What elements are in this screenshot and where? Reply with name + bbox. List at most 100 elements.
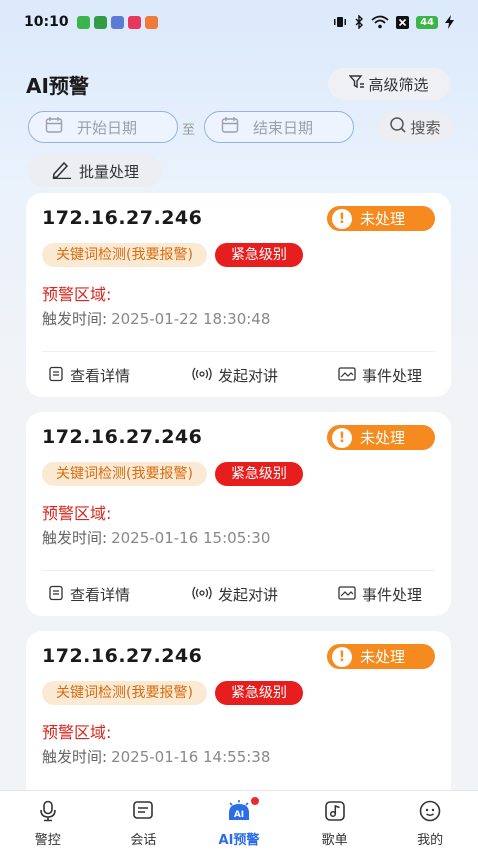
alert-tags: 关键词检测(我要报警) 紧急级别 (42, 462, 303, 486)
date-separator: 至 (182, 123, 196, 138)
batch-process-button[interactable]: 批量处理 (28, 155, 162, 187)
trigger-time: 触发时间: 2025-01-16 14:55:38 (42, 746, 270, 767)
alert-card[interactable]: 172.16.27.246 ! 未处理 关键词检测(我要报警) 紧急级别 预警区… (26, 631, 451, 801)
alert-region-label: 预警区域: (42, 723, 112, 742)
shield-notification-icon (93, 15, 107, 29)
urgent-level-tag: 紧急级别 (214, 681, 303, 705)
trigger-time-value: 2025-01-16 15:05:30 (111, 529, 271, 547)
keyword-tag: 关键词检测(我要报警) (42, 243, 207, 267)
end-date-field[interactable]: 结束日期 (204, 111, 354, 143)
start-date-field[interactable]: 开始日期 (28, 111, 178, 143)
warning-icon: ! (332, 646, 352, 667)
image-icon (338, 585, 356, 604)
handle-event-label: 事件处理 (362, 367, 423, 385)
nav-item-profile[interactable]: 我的 (382, 791, 478, 850)
ai-alert-icon: AI (226, 800, 252, 826)
cloud-notification-icon (110, 15, 124, 29)
nav-label: 我的 (417, 833, 444, 848)
music-notification-icon (127, 15, 141, 29)
view-details-label: 查看详情 (70, 586, 131, 604)
nav-item-police-control[interactable]: 警控 (0, 791, 96, 850)
keyword-tag: 关键词检测(我要报警) (42, 462, 207, 486)
document-icon (48, 585, 64, 605)
notification-dot (250, 797, 259, 805)
status-text: 未处理 (360, 210, 406, 228)
nav-item-ai-alert[interactable]: AI AI预警 (191, 791, 287, 850)
trigger-time-label: 触发时间: (42, 748, 108, 766)
advanced-filter-button[interactable]: 高级筛选 (328, 68, 450, 100)
alert-card[interactable]: 172.16.27.246 ! 未处理 关键词检测(我要报警) 紧急级别 预警区… (26, 412, 451, 616)
trigger-time: 触发时间: 2025-01-22 18:30:48 (42, 308, 270, 329)
status-badge: ! 未处理 (327, 425, 435, 450)
alert-ip: 172.16.27.246 (42, 426, 203, 448)
alert-region-label: 预警区域: (42, 285, 112, 304)
trigger-time-value: 2025-01-22 18:30:48 (111, 310, 271, 328)
handle-event-label: 事件处理 (362, 586, 423, 604)
edit-icon (51, 159, 73, 183)
warning-icon: ! (332, 427, 352, 448)
vibrate-icon (333, 15, 347, 29)
search-icon (389, 116, 407, 138)
batch-process-label: 批量处理 (78, 162, 139, 181)
charging-icon (445, 15, 454, 29)
search-button[interactable]: 搜索 (378, 111, 452, 143)
start-intercom-label: 发起对讲 (218, 367, 279, 385)
alert-tags: 关键词检测(我要报警) 紧急级别 (42, 681, 303, 705)
mail-notification-icon (144, 15, 158, 29)
urgent-level-tag: 紧急级别 (214, 462, 303, 486)
image-icon (338, 366, 356, 385)
sim-off-icon (396, 15, 410, 29)
music-icon (324, 800, 346, 826)
bottom-navigation: 警控 会话 AI AI预警 歌单 我的 (0, 790, 478, 850)
status-bar: 10:10 44 (0, 0, 478, 44)
handle-event-button[interactable]: 事件处理 (338, 365, 422, 386)
start-intercom-button[interactable]: 发起对讲 (192, 584, 278, 605)
bluetooth-icon (354, 15, 364, 29)
end-date-placeholder: 结束日期 (253, 118, 314, 137)
status-text: 未处理 (360, 429, 406, 447)
nav-label: 警控 (34, 833, 61, 848)
card-divider (42, 351, 435, 352)
status-time: 10:10 (24, 14, 69, 30)
trigger-time-label: 触发时间: (42, 310, 108, 328)
start-date-placeholder: 开始日期 (77, 118, 138, 137)
keyword-tag: 关键词检测(我要报警) (42, 681, 207, 705)
status-text: 未处理 (360, 648, 406, 666)
page-title: AI预警 (26, 74, 89, 98)
start-intercom-label: 发起对讲 (218, 586, 279, 604)
alert-ip: 172.16.27.246 (42, 207, 203, 229)
card-divider (42, 570, 435, 571)
date-range-filter: 开始日期 至 结束日期 搜索 (28, 111, 452, 143)
wifi-icon (371, 15, 389, 29)
broadcast-icon (192, 367, 212, 385)
nav-item-chat[interactable]: 会话 (96, 791, 192, 850)
alert-tags: 关键词检测(我要报警) 紧急级别 (42, 243, 303, 267)
status-badge: ! 未处理 (327, 206, 435, 231)
view-details-label: 查看详情 (70, 367, 131, 385)
view-details-button[interactable]: 查看详情 (48, 584, 130, 605)
mic-icon (37, 800, 59, 826)
svg-text:AI: AI (234, 810, 244, 820)
app-notification-icon (76, 15, 90, 29)
search-label: 搜索 (410, 118, 441, 137)
nav-label: 歌单 (321, 833, 348, 848)
view-details-button[interactable]: 查看详情 (48, 365, 130, 386)
nav-label: 会话 (130, 833, 157, 848)
nav-label: AI预警 (218, 833, 260, 848)
filter-icon (348, 75, 365, 93)
alert-ip: 172.16.27.246 (42, 645, 203, 667)
alert-card[interactable]: 172.16.27.246 ! 未处理 关键词检测(我要报警) 紧急级别 预警区… (26, 193, 451, 397)
chat-icon (132, 800, 154, 826)
trigger-time-label: 触发时间: (42, 529, 108, 547)
broadcast-icon (192, 586, 212, 604)
status-badge: ! 未处理 (327, 644, 435, 669)
battery-indicator: 44 (416, 15, 438, 29)
calendar-icon (45, 116, 63, 138)
trigger-time: 触发时间: 2025-01-16 15:05:30 (42, 527, 270, 548)
nav-item-playlist[interactable]: 歌单 (287, 791, 383, 850)
trigger-time-value: 2025-01-16 14:55:38 (111, 748, 271, 766)
start-intercom-button[interactable]: 发起对讲 (192, 365, 278, 386)
advanced-filter-label: 高级筛选 (368, 75, 429, 94)
calendar-icon (221, 116, 239, 138)
handle-event-button[interactable]: 事件处理 (338, 584, 422, 605)
